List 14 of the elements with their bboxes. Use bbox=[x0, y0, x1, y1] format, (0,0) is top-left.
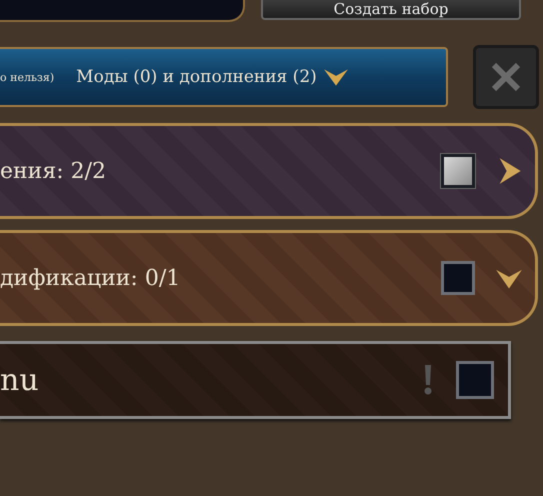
mods-dropdown[interactable]: о нельзя) Моды (0) и дополнения (2) bbox=[0, 47, 448, 107]
mod-row[interactable]: nu bbox=[0, 341, 511, 419]
close-button[interactable] bbox=[473, 45, 539, 109]
create-set-button[interactable]: Создать набор bbox=[261, 0, 521, 20]
category-label: ения: 2/2 bbox=[0, 158, 108, 184]
category-row[interactable]: дификации: 0/1 bbox=[0, 230, 538, 326]
mods-label: Моды (0) и дополнения (2) bbox=[76, 67, 317, 87]
checkbox[interactable] bbox=[456, 361, 494, 399]
mod-label: nu bbox=[0, 362, 40, 398]
category-label: дификации: 0/1 bbox=[0, 266, 182, 290]
note-text: о нельзя) bbox=[0, 70, 54, 84]
category-row[interactable]: ения: 2/2 bbox=[0, 123, 538, 219]
checkbox[interactable] bbox=[441, 154, 475, 188]
checkbox[interactable] bbox=[441, 261, 475, 295]
